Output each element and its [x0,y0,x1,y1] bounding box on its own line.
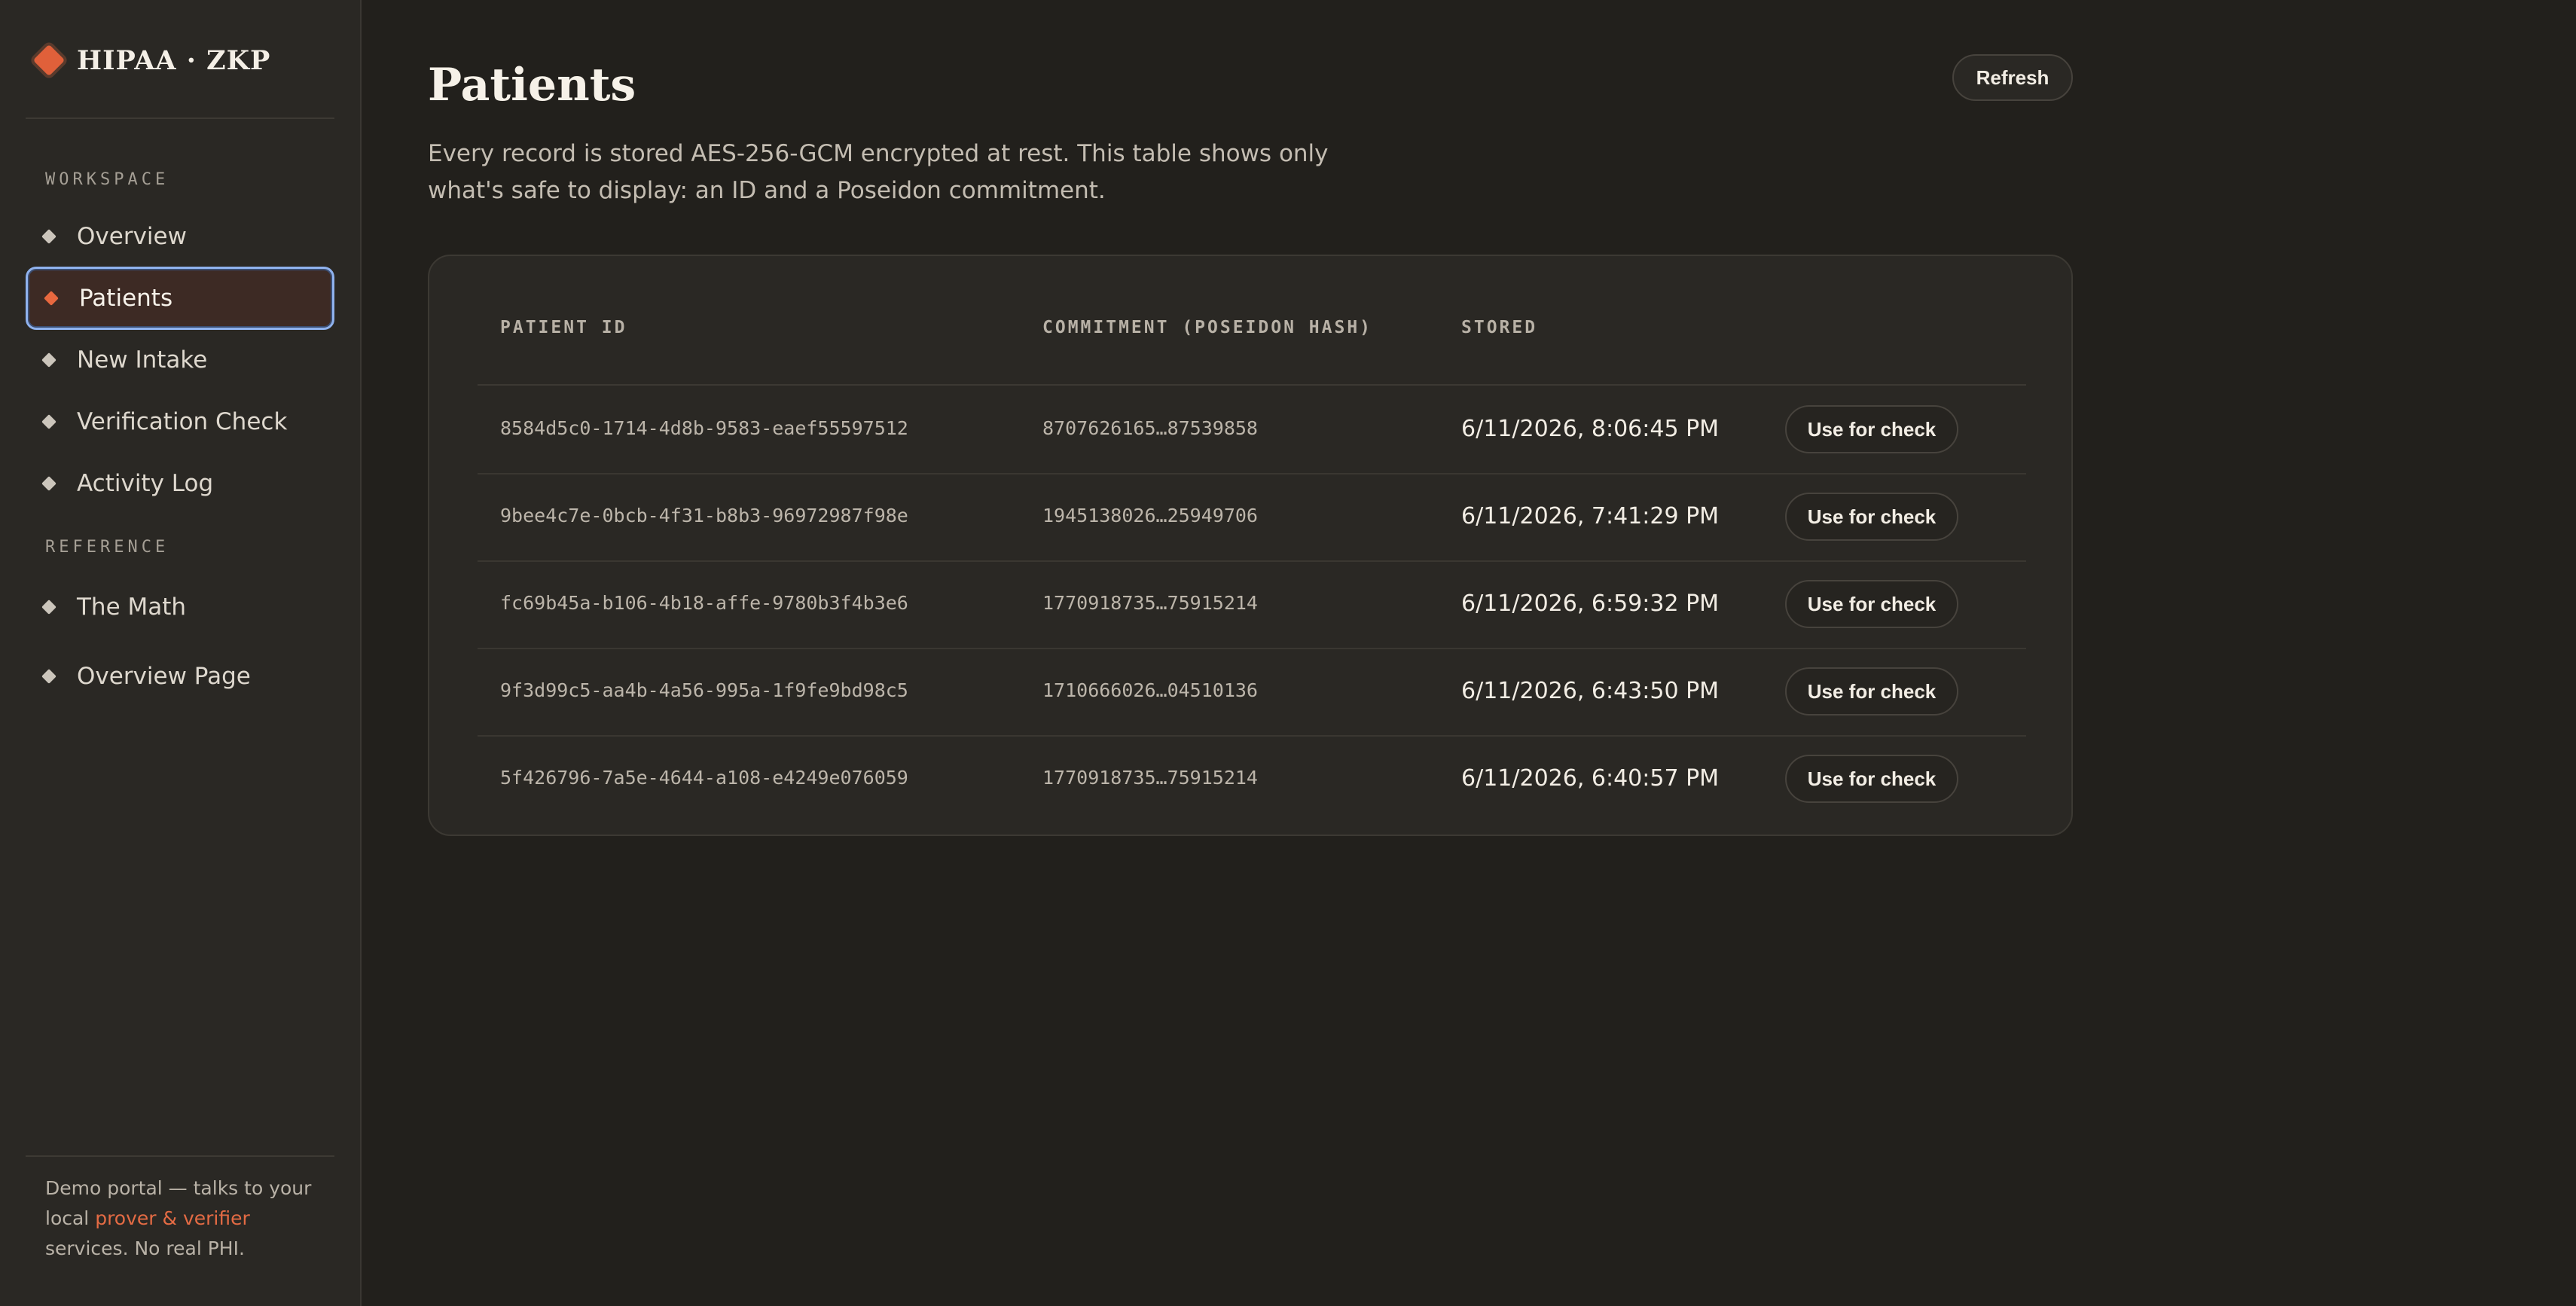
commitment-cell: 1945138026…25949706 [1042,505,1258,526]
stored-cell: 6/11/2026, 6:43:50 PM [1461,678,1720,704]
table-row: 8584d5c0-1714-4d8b-9583-eaef55597512 870… [478,387,2026,474]
patient-id-cell: 9bee4c7e-0bcb-4f31-b8b3-96972987f98e [500,505,908,526]
table-row: 9bee4c7e-0bcb-4f31-b8b3-96972987f98e 194… [478,474,2026,562]
use-for-check-button[interactable]: Use for check [1785,580,1958,628]
table-row: 9f3d99c5-aa4b-4a56-995a-1f9fe9bd98c5 171… [478,649,2026,737]
sidebar-footer-note: Demo portal — talks to your local prover… [45,1173,331,1264]
section-label-workspace: WORKSPACE [45,170,169,189]
app-root: HIPAA · ZKP WORKSPACE Overview Patients … [0,0,2576,1306]
patient-id-cell: fc69b45a-b106-4b18-affe-9780b3f4b3e6 [500,592,908,614]
commitment-cell: 8707626165…87539858 [1042,417,1258,439]
stored-cell: 6/11/2026, 6:59:32 PM [1461,590,1720,617]
use-for-check-button[interactable]: Use for check [1785,667,1958,716]
stored-cell: 6/11/2026, 7:41:29 PM [1461,503,1720,529]
column-header-patient-id: PATIENT ID [500,318,627,337]
brand-name: HIPAA · ZKP [77,44,271,76]
patient-id-cell: 9f3d99c5-aa4b-4a56-995a-1f9fe9bd98c5 [500,679,908,701]
stored-cell: 6/11/2026, 6:40:57 PM [1461,765,1720,792]
diamond-bullet-icon [44,291,59,306]
sidebar-item-label: Verification Check [77,408,288,435]
main-content: Patients Every record is stored AES-256-… [362,0,2576,1306]
sidebar-item-label: Overview Page [77,663,251,690]
diamond-bullet-icon [41,669,56,684]
sidebar-item-patients[interactable]: Patients [26,267,334,330]
sidebar-item-new-intake[interactable]: New Intake [26,328,334,392]
column-header-stored: STORED [1461,318,1538,337]
diamond-bullet-icon [41,414,56,429]
brand[interactable]: HIPAA · ZKP [30,39,270,81]
table-row: 5f426796-7a5e-4644-a108-e4249e076059 177… [478,737,2026,824]
commitment-cell: 1710666026…04510136 [1042,679,1258,701]
patient-id-cell: 8584d5c0-1714-4d8b-9583-eaef55597512 [500,417,908,439]
sidebar-item-label: Patients [79,285,173,312]
footer-link[interactable]: prover & verifier [95,1207,250,1229]
refresh-button[interactable]: Refresh [1952,54,2073,101]
use-for-check-button[interactable]: Use for check [1785,755,1958,803]
sidebar-item-label: Activity Log [77,470,214,497]
sidebar-item-the-math[interactable]: The Math [26,575,334,639]
patients-table-card: PATIENT ID COMMITMENT (POSEIDON HASH) ST… [428,255,2073,836]
diamond-logo-icon [32,44,66,77]
page-subtitle: Every record is stored AES-256-GCM encry… [428,140,1329,204]
sidebar-item-verification-check[interactable]: Verification Check [26,390,334,453]
commitment-cell: 1770918735…75915214 [1042,767,1258,789]
table-row: fc69b45a-b106-4b18-affe-9780b3f4b3e6 177… [478,562,2026,649]
sidebar-item-overview-page[interactable]: Overview Page [26,645,334,708]
section-label-reference: REFERENCE [45,538,169,557]
sidebar-item-label: Overview [77,223,187,250]
diamond-bullet-icon [41,352,56,368]
sidebar-item-activity-log[interactable]: Activity Log [26,452,334,515]
diamond-bullet-icon [41,476,56,491]
diamond-bullet-icon [41,600,56,615]
use-for-check-button[interactable]: Use for check [1785,493,1958,541]
diamond-bullet-icon [41,229,56,244]
footer-text: services. No real PHI. [45,1237,245,1259]
sidebar-footer-divider [26,1155,334,1157]
commitment-cell: 1770918735…75915214 [1042,592,1258,614]
sidebar: HIPAA · ZKP WORKSPACE Overview Patients … [0,0,362,1306]
sidebar-item-label: New Intake [77,346,208,374]
stored-cell: 6/11/2026, 8:06:45 PM [1461,416,1720,442]
patient-id-cell: 5f426796-7a5e-4644-a108-e4249e076059 [500,767,908,789]
sidebar-divider [26,117,334,119]
use-for-check-button[interactable]: Use for check [1785,405,1958,453]
sidebar-item-overview[interactable]: Overview [26,205,334,268]
sidebar-item-label: The Math [77,593,187,621]
page-title: Patients [428,59,636,111]
column-header-commitment: COMMITMENT (POSEIDON HASH) [1042,318,1373,337]
